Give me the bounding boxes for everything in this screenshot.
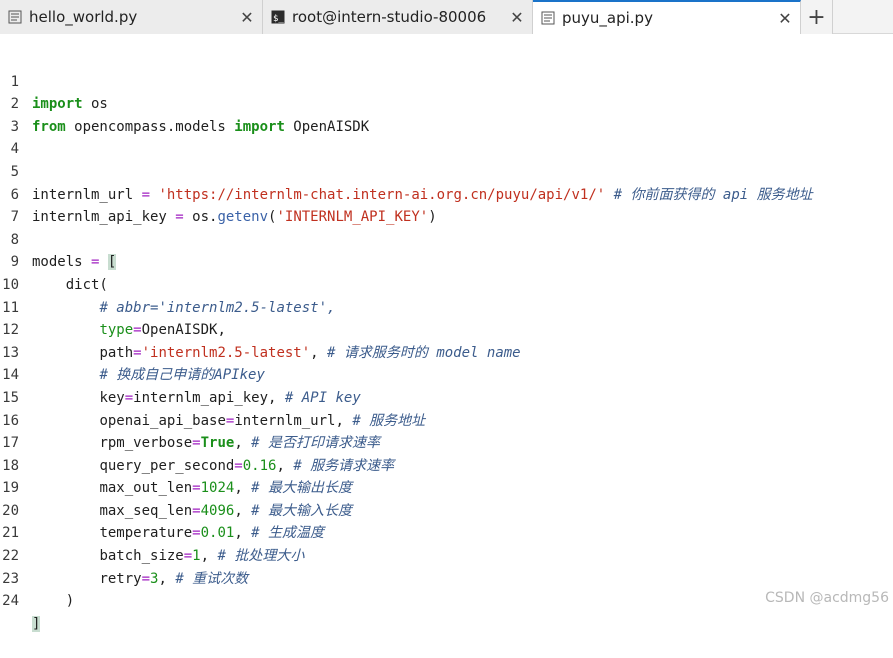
tab-puyu-api[interactable]: puyu_api.py ✕ [533,0,801,34]
code-line: 18 max_out_len=1024, # 最大输出长度 [0,432,893,497]
code-line: 3 [0,93,893,135]
code-line: 20 temperature=0.01, # 生成温度 [0,477,893,542]
watermark: CSDN @acdmg56 [765,590,889,606]
code-line: 22 retry=3, # 重试次数 [0,522,893,587]
tab-label: root@intern-studio-80006 [292,8,487,26]
tab-label: hello_world.py [29,8,138,26]
line-number: 24 [2,593,19,610]
close-icon[interactable]: ✕ [506,6,528,28]
code-line: 4 [0,116,893,157]
svg-text:$_: $_ [273,14,284,24]
code-line: 16 rpm_verbose=True, # 是否打印请求速率 [0,387,893,452]
code-line: 11 type=OpenAISDK, [0,274,893,339]
code-line: 23 ) [0,545,893,610]
code-line: 21 batch_size=1, # 批处理大小 [0,500,893,564]
code-line: 19 max_seq_len=4096, # 最大输入长度 [0,455,893,519]
code-lines: 1 import os 2 from opencompass.models im… [0,48,893,632]
code-line: 17 query_per_second=0.16, # 服务请求速率 [0,410,893,474]
code-line: 15 openai_api_base=internlm_url, # 服务地址 [0,364,893,429]
code-line: 7 [0,184,893,225]
tab-label: puyu_api.py [562,9,653,27]
file-icon [541,11,555,25]
code-line: 12 path='internlm2.5-latest', # 请求服务时的 m… [0,297,893,361]
code-line: 13 # 换成自己申请的APIkey [0,319,893,384]
code-line: 5 internlm_url = 'https://internlm-chat.… [0,138,893,203]
file-icon [8,10,22,24]
code-line: 2 from opencompass.models import OpenAIS… [0,71,893,135]
code-line: 24 ] [0,568,893,632]
close-icon[interactable]: ✕ [236,6,258,28]
bracket-highlight: ] [32,615,41,632]
tab-terminal[interactable]: $_ root@intern-studio-80006 ✕ [263,0,533,34]
code-line: 10 # abbr='internlm2.5-latest', [0,251,893,316]
terminal-icon: $_ [271,10,285,24]
code-line: 9 dict( [0,229,893,293]
close-icon[interactable]: ✕ [774,7,796,29]
code-line: 1 import os [0,48,893,113]
code-editor[interactable]: 1 import os 2 from opencompass.models im… [0,34,893,632]
code-line: 8 models = [ [0,206,893,271]
tab-hello-world[interactable]: hello_world.py ✕ [0,0,263,34]
code-line: 6 internlm_api_key = os.getenv('INTERNLM… [0,161,893,226]
add-tab-button[interactable]: + [801,0,833,34]
tab-bar: hello_world.py ✕ $_ root@intern-studio-8… [0,0,893,34]
code-line: 14 key=internlm_api_key, # API key [0,342,893,406]
